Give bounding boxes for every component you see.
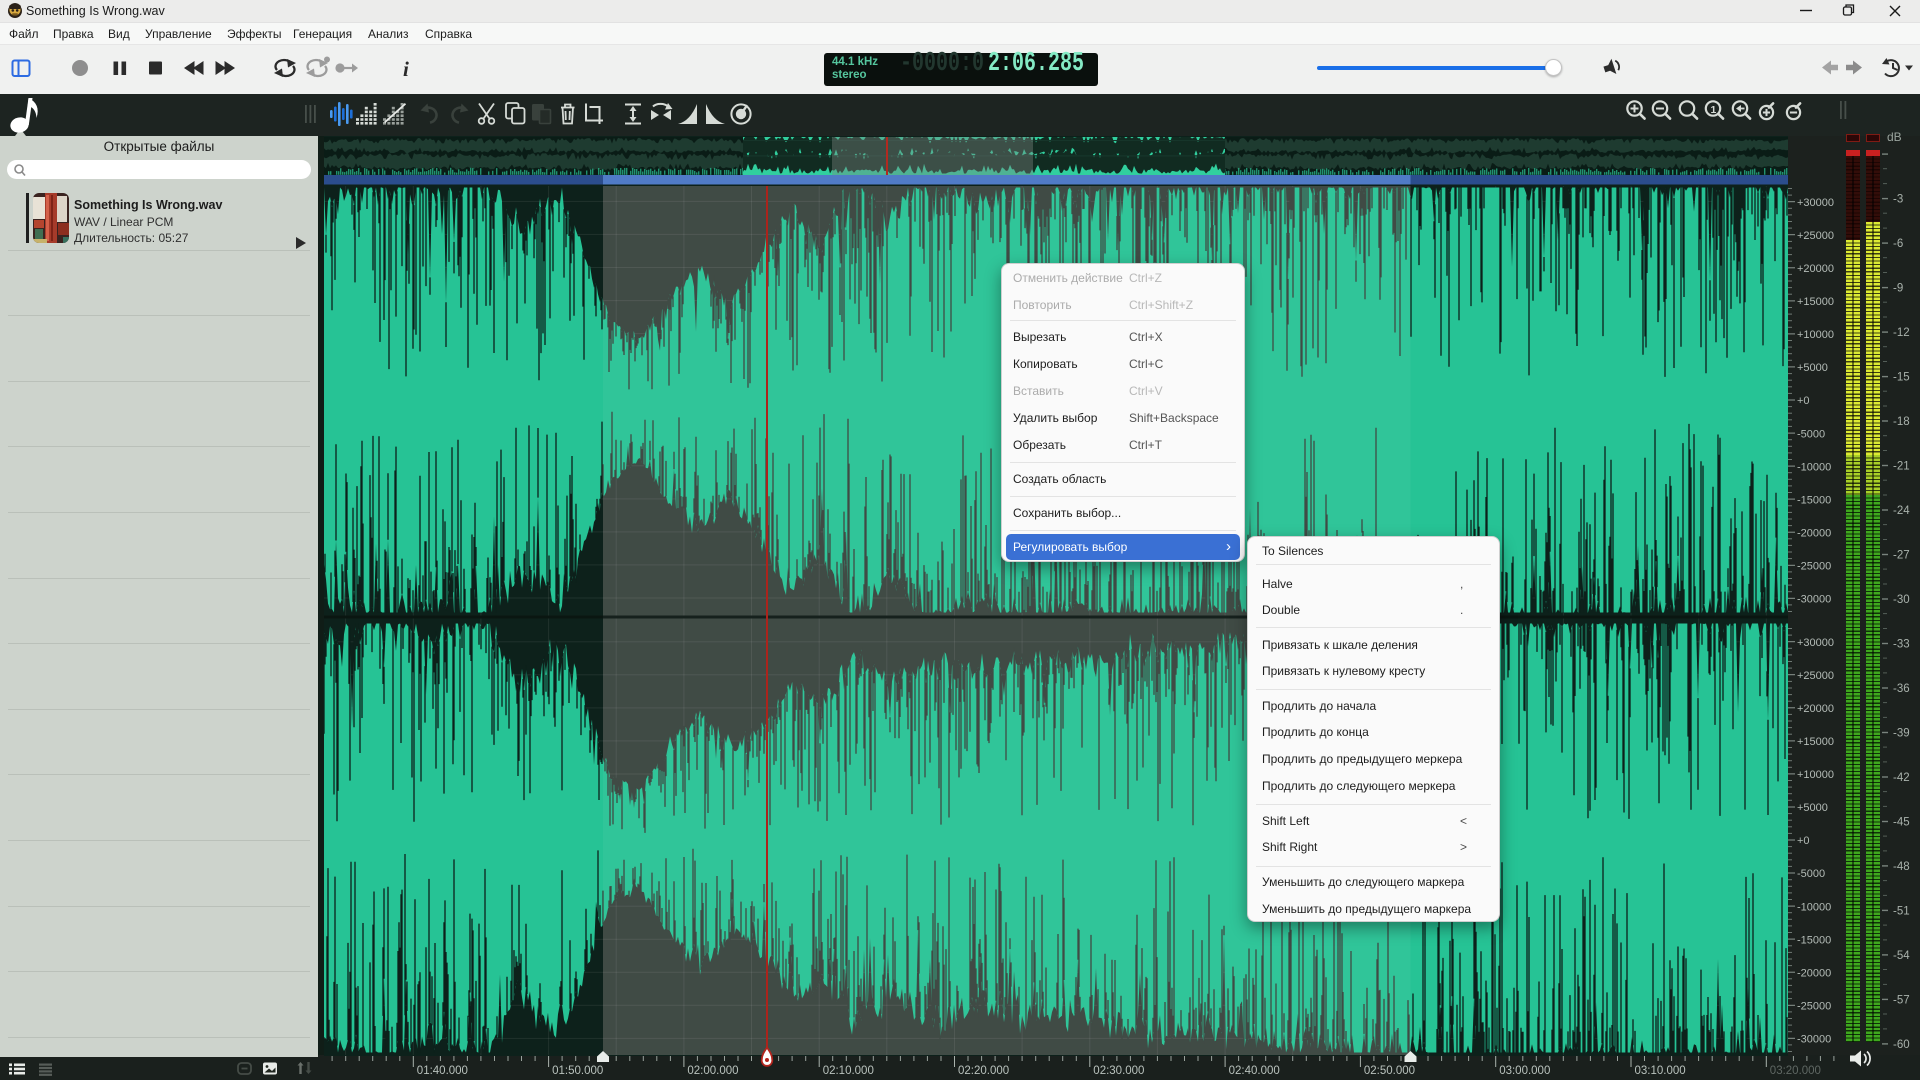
svg-text:-21: -21 (1893, 461, 1910, 473)
svg-text:03:10.000: 03:10.000 (1635, 1065, 1686, 1077)
svg-text:-12: -12 (1893, 327, 1910, 339)
svg-text:03:00.000: 03:00.000 (1499, 1065, 1550, 1077)
svg-text:-30000: -30000 (1797, 594, 1831, 606)
svg-text:-25000: -25000 (1797, 561, 1831, 573)
svg-text:1: 1 (1711, 104, 1717, 116)
svg-text:-10000: -10000 (1797, 901, 1831, 913)
svg-text:+20000: +20000 (1797, 703, 1834, 715)
svg-text:+20000: +20000 (1797, 263, 1834, 275)
svg-text:-3: -3 (1893, 194, 1903, 206)
svg-text:-9: -9 (1893, 283, 1903, 295)
svg-text:-54: -54 (1893, 950, 1910, 962)
svg-text:-25000: -25000 (1797, 1001, 1831, 1013)
svg-text:+30000: +30000 (1797, 637, 1834, 649)
svg-text:02:20.000: 02:20.000 (958, 1065, 1009, 1077)
svg-text:-30: -30 (1893, 594, 1910, 606)
svg-text:-45: -45 (1893, 817, 1910, 829)
svg-text:-27: -27 (1893, 550, 1910, 562)
svg-text:-20000: -20000 (1797, 527, 1831, 539)
svg-text:+0: +0 (1797, 835, 1810, 847)
svg-text:-60: -60 (1893, 1039, 1910, 1051)
svg-text:-5000: -5000 (1797, 868, 1825, 880)
svg-text:03:20.000: 03:20.000 (1770, 1065, 1821, 1077)
svg-text:dB: dB (1887, 130, 1902, 144)
svg-text:+10000: +10000 (1797, 769, 1834, 781)
svg-text:i: i (403, 57, 409, 81)
svg-text:-20000: -20000 (1797, 967, 1831, 979)
svg-text:+0: +0 (1797, 395, 1810, 407)
svg-text:-39: -39 (1893, 728, 1910, 740)
svg-text:02:50.000: 02:50.000 (1364, 1065, 1415, 1077)
svg-text:+15000: +15000 (1797, 736, 1834, 748)
svg-text:-15: -15 (1893, 372, 1910, 384)
svg-text:-36: -36 (1893, 683, 1910, 695)
svg-text:-57: -57 (1893, 994, 1910, 1006)
svg-text:-24: -24 (1893, 505, 1910, 517)
svg-text:-15000: -15000 (1797, 934, 1831, 946)
svg-text:01:40.000: 01:40.000 (417, 1065, 468, 1077)
svg-text:02:10.000: 02:10.000 (823, 1065, 874, 1077)
svg-text:-48: -48 (1893, 861, 1910, 873)
svg-text:-51: -51 (1893, 905, 1910, 917)
svg-text:+15000: +15000 (1797, 296, 1834, 308)
svg-text:+10000: +10000 (1797, 329, 1834, 341)
svg-text:+5000: +5000 (1797, 802, 1828, 814)
svg-text:01:50.000: 01:50.000 (552, 1065, 603, 1077)
svg-text:-15000: -15000 (1797, 494, 1831, 506)
svg-text:+5000: +5000 (1797, 362, 1828, 374)
svg-text:+25000: +25000 (1797, 670, 1834, 682)
svg-text:-6: -6 (1893, 238, 1903, 250)
svg-text:-42: -42 (1893, 772, 1910, 784)
svg-text:-5000: -5000 (1797, 428, 1825, 440)
svg-text:+30000: +30000 (1797, 197, 1834, 209)
svg-text:-18: -18 (1893, 416, 1910, 428)
svg-text:-33: -33 (1893, 639, 1910, 651)
svg-text:02:40.000: 02:40.000 (1229, 1065, 1280, 1077)
svg-text:02:00.000: 02:00.000 (687, 1065, 738, 1077)
svg-text:02:30.000: 02:30.000 (1093, 1065, 1144, 1077)
svg-text:-10000: -10000 (1797, 461, 1831, 473)
svg-text:-30000: -30000 (1797, 1034, 1831, 1046)
svg-text:+25000: +25000 (1797, 230, 1834, 242)
